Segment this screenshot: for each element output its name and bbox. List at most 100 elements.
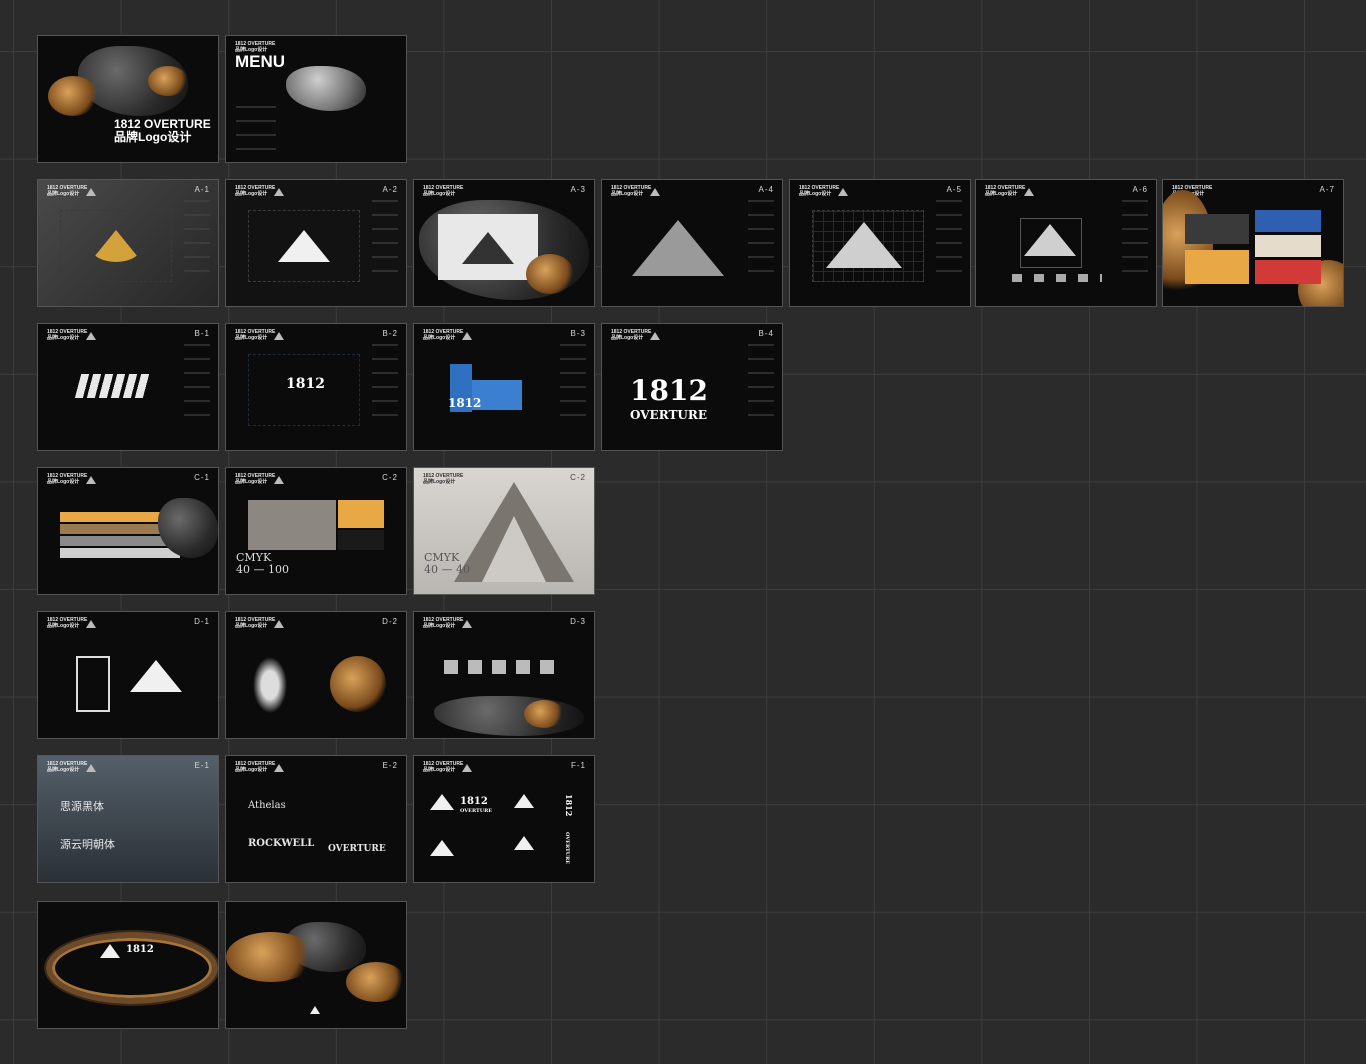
rope-image	[226, 932, 316, 982]
triangle-logo-icon	[86, 620, 96, 628]
board-code: D-1	[194, 617, 210, 626]
gold-ore-image	[48, 76, 98, 116]
board-b3[interactable]: 1812 OVERTURE 品牌Logo设计 B-3 1812	[414, 324, 594, 450]
notes	[184, 344, 210, 424]
board-code: C-2	[570, 473, 586, 482]
swatch-gray	[248, 500, 336, 550]
wordmark-overture: OVERTURE	[460, 808, 493, 814]
board-d1[interactable]: 1812 OVERTURE 品牌Logo设计 D-1	[38, 612, 218, 738]
board-a3[interactable]: 1812 OVERTURE 品牌Logo设计 A-3	[414, 180, 594, 306]
board-code: A-3	[570, 185, 586, 194]
board-code: B-2	[382, 329, 398, 338]
board-b1[interactable]: 1812 OVERTURE 品牌Logo设计 B-1	[38, 324, 218, 450]
triangle-logo-icon	[838, 188, 848, 196]
board-a5[interactable]: 1812 OVERTURE 品牌Logo设计 A-5	[790, 180, 970, 306]
rock-image	[286, 66, 366, 111]
wordmark-1812: 1812	[286, 376, 325, 392]
board-code: D-3	[570, 617, 586, 626]
notes	[560, 344, 586, 424]
board-a1[interactable]: 1812 OVERTURE 品牌Logo设计 A-1	[38, 180, 218, 306]
triangle-logo-icon	[86, 188, 96, 196]
board-header: 1812 OVERTURE 品牌Logo设计	[611, 185, 652, 197]
notes	[184, 200, 210, 280]
swatch-beige	[1255, 235, 1321, 257]
board-d2[interactable]: 1812 OVERTURE 品牌Logo设计 D-2	[226, 612, 406, 738]
board-header: 1812 OVERTURE 品牌Logo设计	[423, 329, 464, 341]
board-code: B-3	[570, 329, 586, 338]
triangle-logo-icon	[430, 794, 454, 810]
board-header: 1812 OVERTURE 品牌Logo设计	[235, 329, 276, 341]
board-c1[interactable]: 1812 OVERTURE 品牌Logo设计 C-1	[38, 468, 218, 594]
board-c3[interactable]: 1812 OVERTURE 品牌Logo设计 C-2 CMYK 40 — 40	[414, 468, 594, 594]
board-a4[interactable]: 1812 OVERTURE 品牌Logo设计 A-4	[602, 180, 782, 306]
gold-ore-image	[148, 66, 188, 96]
board-header: 1812 OVERTURE 品牌Logo设计	[611, 329, 652, 341]
board-header: 1812 OVERTURE 品牌Logo设计	[235, 185, 276, 197]
calligraphy-white	[250, 652, 290, 718]
swatch-red	[1255, 260, 1321, 284]
board-b4[interactable]: 1812 OVERTURE 品牌Logo设计 B-4 1812 OVERTURE	[602, 324, 782, 450]
triangle-logo-icon	[462, 620, 472, 628]
board-header: 1812 OVERTURE 品牌Logo设计	[47, 617, 88, 629]
board-cover[interactable]: 1812 OVERTURE 品牌Logo设计	[38, 36, 218, 162]
notes	[372, 200, 398, 280]
chinese-logotype	[74, 374, 152, 398]
font-sample-sans: 思源黑体	[60, 800, 104, 813]
wordmark-1812: 1812	[126, 944, 154, 955]
board-a7[interactable]: 1812 OVERTURE 品牌Logo设计 A-7	[1163, 180, 1343, 306]
cmyk-label: CMYK 40 — 40	[424, 551, 470, 576]
notes	[372, 344, 398, 424]
board-rope-logo[interactable]: 1812	[38, 902, 218, 1028]
triangle-logo-icon	[274, 764, 284, 772]
notes	[936, 200, 962, 280]
swatch-blue	[1255, 210, 1321, 232]
board-header: 1812 OVERTURE 品牌Logo设计	[985, 185, 1026, 197]
board-header: 1812 OVERTURE 品牌Logo设计	[423, 761, 464, 773]
cover-title: 1812 OVERTURE 品牌Logo设计	[114, 117, 211, 144]
board-rope-closeup[interactable]	[226, 902, 406, 1028]
board-e1[interactable]: 1812 OVERTURE 品牌Logo设计 E-1 思源黑体 源云明朝体	[38, 756, 218, 882]
board-menu[interactable]: 1812 OVERTURE 品牌Logo设计 MENU	[226, 36, 406, 162]
menu-title: MENU	[235, 52, 286, 71]
board-e2[interactable]: 1812 OVERTURE 品牌Logo设计 E-2 Athelas ROCKW…	[226, 756, 406, 882]
board-header: 1812 OVERTURE 品牌Logo设计	[47, 185, 88, 197]
board-a6[interactable]: 1812 OVERTURE 品牌Logo设计 A-6	[976, 180, 1156, 306]
mini-logos	[1012, 274, 1102, 282]
triangle-logo-icon	[310, 1006, 320, 1014]
font-sample-overture: OVERTURE	[328, 844, 386, 854]
board-c2[interactable]: 1812 OVERTURE 品牌Logo设计 C-2 CMYK 40 — 100	[226, 468, 406, 594]
wordmark-1812: 1812	[460, 796, 488, 807]
font-sample-rockwell: ROCKWELL	[248, 838, 315, 849]
board-f1[interactable]: 1812 OVERTURE 品牌Logo设计 F-1 1812 OVERTURE…	[414, 756, 594, 882]
triangle-inner	[482, 516, 546, 582]
menu-lines	[236, 106, 276, 151]
board-code: A-5	[946, 185, 962, 194]
board-code: D-2	[382, 617, 398, 626]
swatch-light	[60, 548, 180, 558]
board-b2[interactable]: 1812 OVERTURE 品牌Logo设计 B-2 1812	[226, 324, 406, 450]
font-sample-athelas: Athelas	[248, 800, 286, 811]
wordmark-overture: OVERTURE	[630, 408, 707, 422]
triangle-logo-icon	[514, 836, 534, 850]
board-code: B-4	[758, 329, 774, 338]
triangle-logo-icon	[632, 220, 724, 276]
board-code: A-6	[1132, 185, 1148, 194]
board-code: A-1	[194, 185, 210, 194]
triangle-logo-icon	[86, 332, 96, 340]
triangle-logo-icon	[274, 332, 284, 340]
board-a2[interactable]: 1812 OVERTURE 品牌Logo设计 A-2	[226, 180, 406, 306]
swatch-black	[338, 530, 384, 550]
board-code: C-2	[382, 473, 398, 482]
board-code: A-2	[382, 185, 398, 194]
board-d3[interactable]: 1812 OVERTURE 品牌Logo设计 D-3	[414, 612, 594, 738]
triangle-logo-icon	[462, 232, 514, 264]
triangle-logo-icon	[278, 230, 330, 262]
board-header: 1812 OVERTURE 品牌Logo设计	[47, 473, 88, 485]
seal-logo	[76, 656, 110, 712]
triangle-logo-icon	[430, 840, 454, 856]
board-header: 1812 OVERTURE 品牌Logo设计	[423, 617, 464, 629]
board-code: B-1	[194, 329, 210, 338]
triangle-logo-icon	[86, 764, 96, 772]
wordmark-1812: 1812	[448, 396, 482, 410]
rope-image	[346, 962, 406, 1002]
